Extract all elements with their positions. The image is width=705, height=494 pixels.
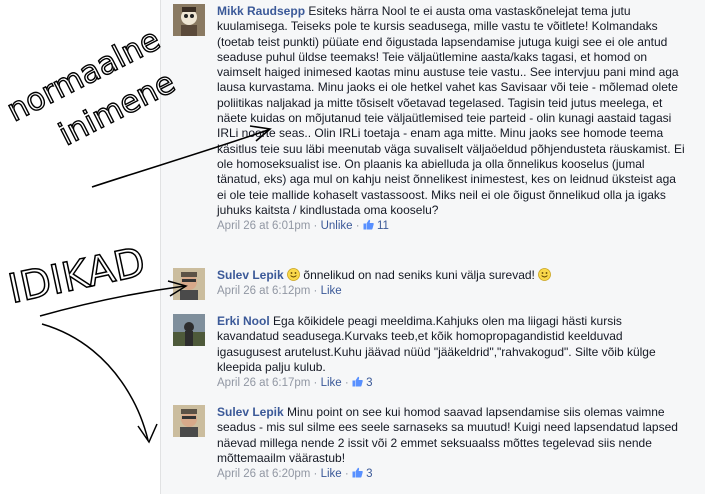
avatar-photo-icon	[173, 4, 205, 36]
thumbs-up-icon	[352, 376, 363, 387]
thumbs-up-icon	[352, 467, 363, 478]
comment-text: Ega kõikidele peagi meeldima.Kahjuks ole…	[217, 314, 656, 374]
comment-text: Minu point on see kui homod saavad lapse…	[217, 405, 678, 465]
meta-separator: ·	[313, 285, 318, 298]
avatar-photo-icon	[173, 268, 205, 300]
comment-meta: April 26 at 6:17pm · Like · 3	[217, 376, 687, 391]
comment-author-link[interactable]: Sulev Lepik	[217, 405, 284, 419]
avatar[interactable]	[173, 405, 205, 437]
like-link[interactable]: Like	[321, 285, 342, 297]
meta-separator: ·	[344, 377, 349, 390]
comment-meta: April 26 at 6:01pm · Unlike · 11	[217, 219, 687, 234]
comment-timestamp[interactable]: April 26 at 6:17pm	[217, 377, 310, 389]
avatar[interactable]	[173, 4, 205, 36]
meta-separator: ·	[313, 220, 318, 233]
like-count-number: 3	[366, 377, 373, 390]
like-link[interactable]: Like	[321, 377, 342, 389]
comment-text: õnnelikud on nad seniks kuni välja surev…	[303, 268, 535, 282]
smiley-emoticon-icon	[287, 268, 300, 281]
comment-body: Sulev Lepik õnnelikud on nad seniks kuni…	[217, 268, 687, 300]
like-count[interactable]: 11	[363, 219, 389, 233]
comment-thread: Mikk Raudsepp Esiteks härra Nool te ei a…	[160, 0, 705, 494]
comment-timestamp[interactable]: April 26 at 6:01pm	[217, 220, 310, 232]
comment-body: Sulev Lepik Minu point on see kui homod …	[217, 405, 687, 482]
meta-separator: ·	[355, 220, 360, 233]
comment-author-link[interactable]: Mikk Raudsepp	[217, 4, 305, 18]
meta-separator: ·	[313, 468, 318, 481]
comment-author-link[interactable]: Erki Nool	[217, 314, 270, 328]
like-count-number: 3	[366, 468, 373, 481]
comment-timestamp[interactable]: April 26 at 6:20pm	[217, 468, 310, 480]
meta-separator: ·	[313, 377, 318, 390]
comment-text: Esiteks härra Nool te ei austa oma vasta…	[217, 4, 685, 217]
like-count[interactable]: 3	[352, 467, 373, 481]
comment-body: Mikk Raudsepp Esiteks härra Nool te ei a…	[217, 4, 687, 234]
meta-separator: ·	[344, 468, 349, 481]
avatar-photo-icon	[173, 405, 205, 437]
avatar[interactable]	[173, 268, 205, 300]
unlike-link[interactable]: Unlike	[321, 220, 353, 232]
like-count-number: 11	[377, 220, 389, 233]
smiley-emoticon-icon	[538, 268, 552, 281]
avatar[interactable]	[173, 314, 205, 346]
like-count[interactable]: 3	[352, 376, 373, 390]
thumbs-up-icon	[363, 219, 374, 230]
comment-author-link[interactable]: Sulev Lepik	[217, 268, 284, 282]
like-link[interactable]: Like	[321, 468, 342, 480]
comment-meta: April 26 at 6:20pm · Like · 3	[217, 467, 687, 482]
comment-body: Erki Nool Ega kõikidele peagi meeldima.K…	[217, 314, 687, 391]
avatar-photo-icon	[173, 314, 205, 346]
comment-timestamp[interactable]: April 26 at 6:12pm	[217, 285, 310, 297]
comment-meta: April 26 at 6:12pm · Like	[217, 284, 687, 299]
left-margin	[0, 0, 160, 494]
